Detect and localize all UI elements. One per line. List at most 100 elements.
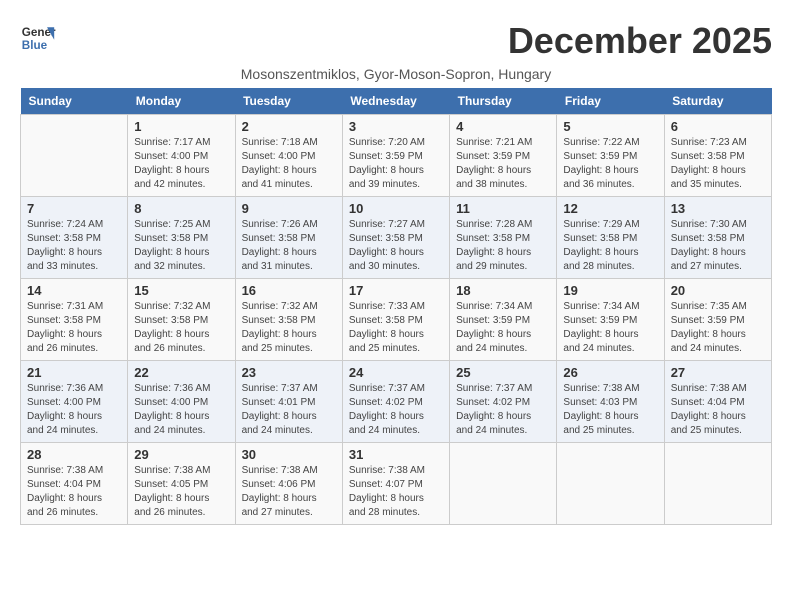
day-info: Sunrise: 7:33 AM Sunset: 3:58 PM Dayligh…: [349, 300, 443, 356]
day-of-week-header: Monday: [128, 88, 235, 115]
calendar-cell: 7Sunrise: 7:24 AM Sunset: 3:58 PM Daylig…: [21, 197, 128, 279]
day-number: 1: [134, 119, 228, 134]
day-number: 30: [242, 447, 336, 462]
day-info: Sunrise: 7:37 AM Sunset: 4:02 PM Dayligh…: [456, 382, 550, 438]
calendar-cell: [557, 443, 664, 525]
day-number: 25: [456, 365, 550, 380]
calendar-cell: [664, 443, 771, 525]
day-number: 7: [27, 201, 121, 216]
day-number: 13: [671, 201, 765, 216]
day-info: Sunrise: 7:38 AM Sunset: 4:04 PM Dayligh…: [27, 464, 121, 520]
calendar-cell: 16 Sunrise: 7:32 AM Sunset: 3:58 PM Dayli…: [235, 279, 342, 361]
calendar-cell: 26 Sunrise: 7:38 AM Sunset: 4:03 PM Dayli…: [557, 361, 664, 443]
day-info: Sunrise: 7:37 AM Sunset: 4:02 PM Dayligh…: [349, 382, 443, 438]
day-info: Sunrise: 7:36 AM Sunset: 4:00 PM Dayligh…: [134, 382, 228, 438]
day-info: Sunrise: 7:29 AM Sunset: 3:58 PM Dayligh…: [563, 218, 657, 274]
calendar-cell: 23 Sunrise: 7:37 AM Sunset: 4:01 PM Dayli…: [235, 361, 342, 443]
day-number: 3: [349, 119, 443, 134]
month-title: December 2025: [508, 20, 772, 62]
day-number: 24: [349, 365, 443, 380]
calendar-week-row: 14 Sunrise: 7:31 AM Sunset: 3:58 PM Dayli…: [21, 279, 772, 361]
calendar-body: 1Sunrise: 7:17 AM Sunset: 4:00 PM Daylig…: [21, 115, 772, 525]
day-number: 14: [27, 283, 121, 298]
calendar-cell: 10 Sunrise: 7:27 AM Sunset: 3:58 PM Dayli…: [342, 197, 449, 279]
calendar-cell: 24 Sunrise: 7:37 AM Sunset: 4:02 PM Dayli…: [342, 361, 449, 443]
day-number: 16: [242, 283, 336, 298]
day-number: 11: [456, 201, 550, 216]
calendar-cell: 11Sunrise: 7:28 AM Sunset: 3:58 PM Dayli…: [450, 197, 557, 279]
day-info: Sunrise: 7:38 AM Sunset: 4:03 PM Dayligh…: [563, 382, 657, 438]
day-number: 17: [349, 283, 443, 298]
day-info: Sunrise: 7:18 AM Sunset: 4:00 PM Dayligh…: [242, 136, 336, 192]
calendar-cell: 22 Sunrise: 7:36 AM Sunset: 4:00 PM Dayli…: [128, 361, 235, 443]
day-number: 28: [27, 447, 121, 462]
calendar-cell: 9 Sunrise: 7:26 AM Sunset: 3:58 PM Daylig…: [235, 197, 342, 279]
day-number: 12: [563, 201, 657, 216]
calendar-week-row: 28 Sunrise: 7:38 AM Sunset: 4:04 PM Dayli…: [21, 443, 772, 525]
day-info: Sunrise: 7:23 AM Sunset: 3:58 PM Dayligh…: [671, 136, 765, 192]
day-number: 19: [563, 283, 657, 298]
day-info: Sunrise: 7:30 AM Sunset: 3:58 PM Dayligh…: [671, 218, 765, 274]
day-info: Sunrise: 7:37 AM Sunset: 4:01 PM Dayligh…: [242, 382, 336, 438]
day-number: 29: [134, 447, 228, 462]
day-info: Sunrise: 7:31 AM Sunset: 3:58 PM Dayligh…: [27, 300, 121, 356]
calendar-cell: 31 Sunrise: 7:38 AM Sunset: 4:07 PM Dayli…: [342, 443, 449, 525]
day-info: Sunrise: 7:38 AM Sunset: 4:05 PM Dayligh…: [134, 464, 228, 520]
day-info: Sunrise: 7:38 AM Sunset: 4:04 PM Dayligh…: [671, 382, 765, 438]
day-number: 21: [27, 365, 121, 380]
day-number: 23: [242, 365, 336, 380]
day-number: 31: [349, 447, 443, 462]
day-number: 2: [242, 119, 336, 134]
header: General Blue December 2025: [20, 20, 772, 62]
calendar-cell: 17 Sunrise: 7:33 AM Sunset: 3:58 PM Dayli…: [342, 279, 449, 361]
day-info: Sunrise: 7:27 AM Sunset: 3:58 PM Dayligh…: [349, 218, 443, 274]
day-info: Sunrise: 7:21 AM Sunset: 3:59 PM Dayligh…: [456, 136, 550, 192]
day-of-week-header: Saturday: [664, 88, 771, 115]
calendar-cell: [450, 443, 557, 525]
calendar-cell: [21, 115, 128, 197]
calendar-cell: 4Sunrise: 7:21 AM Sunset: 3:59 PM Daylig…: [450, 115, 557, 197]
day-number: 22: [134, 365, 228, 380]
day-info: Sunrise: 7:32 AM Sunset: 3:58 PM Dayligh…: [134, 300, 228, 356]
day-number: 27: [671, 365, 765, 380]
calendar-cell: 3 Sunrise: 7:20 AM Sunset: 3:59 PM Daylig…: [342, 115, 449, 197]
day-number: 6: [671, 119, 765, 134]
svg-text:Blue: Blue: [22, 39, 48, 52]
day-info: Sunrise: 7:36 AM Sunset: 4:00 PM Dayligh…: [27, 382, 121, 438]
calendar-cell: 8Sunrise: 7:25 AM Sunset: 3:58 PM Daylig…: [128, 197, 235, 279]
day-of-week-header: Wednesday: [342, 88, 449, 115]
day-of-week-header: Friday: [557, 88, 664, 115]
day-number: 8: [134, 201, 228, 216]
logo-icon: General Blue: [20, 20, 56, 56]
calendar-cell: 18 Sunrise: 7:34 AM Sunset: 3:59 PM Dayli…: [450, 279, 557, 361]
calendar-cell: 15Sunrise: 7:32 AM Sunset: 3:58 PM Dayli…: [128, 279, 235, 361]
calendar-cell: 30Sunrise: 7:38 AM Sunset: 4:06 PM Dayli…: [235, 443, 342, 525]
day-info: Sunrise: 7:38 AM Sunset: 4:07 PM Dayligh…: [349, 464, 443, 520]
day-number: 10: [349, 201, 443, 216]
day-info: Sunrise: 7:20 AM Sunset: 3:59 PM Dayligh…: [349, 136, 443, 192]
day-info: Sunrise: 7:26 AM Sunset: 3:58 PM Dayligh…: [242, 218, 336, 274]
calendar-cell: 21 Sunrise: 7:36 AM Sunset: 4:00 PM Dayli…: [21, 361, 128, 443]
calendar-cell: 6 Sunrise: 7:23 AM Sunset: 3:58 PM Daylig…: [664, 115, 771, 197]
day-number: 5: [563, 119, 657, 134]
day-number: 26: [563, 365, 657, 380]
calendar-cell: 2 Sunrise: 7:18 AM Sunset: 4:00 PM Daylig…: [235, 115, 342, 197]
day-of-week-header: Sunday: [21, 88, 128, 115]
calendar-cell: 5Sunrise: 7:22 AM Sunset: 3:59 PM Daylig…: [557, 115, 664, 197]
calendar-cell: 25 Sunrise: 7:37 AM Sunset: 4:02 PM Dayli…: [450, 361, 557, 443]
day-of-week-header: Thursday: [450, 88, 557, 115]
calendar-cell: 12 Sunrise: 7:29 AM Sunset: 3:58 PM Dayli…: [557, 197, 664, 279]
calendar-week-row: 7Sunrise: 7:24 AM Sunset: 3:58 PM Daylig…: [21, 197, 772, 279]
calendar-cell: 19Sunrise: 7:34 AM Sunset: 3:59 PM Dayli…: [557, 279, 664, 361]
calendar-cell: 13 Sunrise: 7:30 AM Sunset: 3:58 PM Dayli…: [664, 197, 771, 279]
day-number: 18: [456, 283, 550, 298]
day-info: Sunrise: 7:34 AM Sunset: 3:59 PM Dayligh…: [456, 300, 550, 356]
calendar-cell: 28 Sunrise: 7:38 AM Sunset: 4:04 PM Dayli…: [21, 443, 128, 525]
day-number: 20: [671, 283, 765, 298]
logo: General Blue: [20, 20, 56, 56]
day-number: 9: [242, 201, 336, 216]
calendar-cell: 20 Sunrise: 7:35 AM Sunset: 3:59 PM Dayli…: [664, 279, 771, 361]
days-of-week-row: SundayMondayTuesdayWednesdayThursdayFrid…: [21, 88, 772, 115]
day-info: Sunrise: 7:32 AM Sunset: 3:58 PM Dayligh…: [242, 300, 336, 356]
day-info: Sunrise: 7:35 AM Sunset: 3:59 PM Dayligh…: [671, 300, 765, 356]
